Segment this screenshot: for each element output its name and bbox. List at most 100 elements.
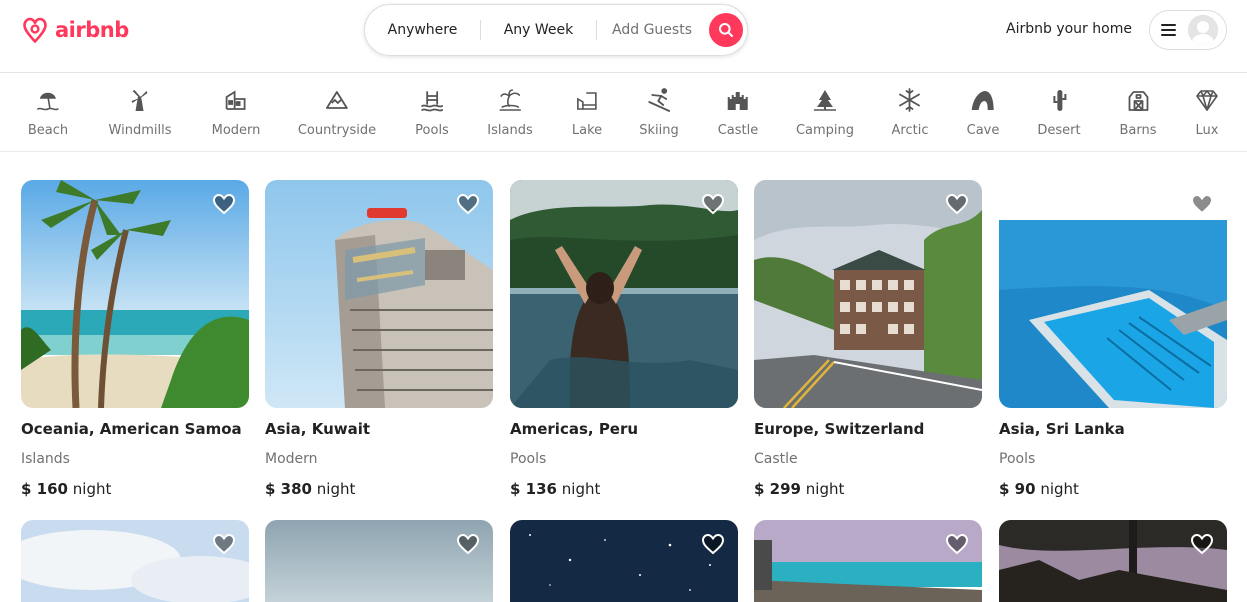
category-skiing[interactable]: Skiing — [639, 87, 679, 138]
favorite-heart-icon[interactable] — [700, 191, 726, 217]
hamburger-menu-icon — [1161, 24, 1176, 36]
camping-icon — [814, 90, 836, 111]
category-desert[interactable]: Desert — [1037, 87, 1081, 138]
category-label: Desert — [1037, 123, 1081, 138]
category-barns[interactable]: Barns — [1119, 87, 1157, 138]
listing-price: $ 136 night — [510, 480, 738, 498]
category-beach[interactable]: Beach — [28, 87, 68, 138]
search-button[interactable] — [709, 13, 743, 47]
listing-price-amount: $ 136 — [510, 480, 557, 498]
favorite-heart-icon[interactable] — [211, 531, 237, 557]
favorite-heart-icon[interactable] — [944, 191, 970, 217]
category-cave[interactable]: Cave — [966, 87, 1000, 138]
listing-price-unit: night — [1040, 480, 1079, 498]
listing-location: Americas, Peru — [510, 420, 639, 438]
category-modern[interactable]: Modern — [211, 87, 261, 138]
category-label: Barns — [1119, 123, 1157, 138]
category-label: Modern — [211, 123, 261, 138]
user-avatar-icon — [1188, 15, 1218, 45]
listing-category: Modern — [265, 451, 318, 467]
category-lux[interactable]: Lux — [1194, 87, 1220, 138]
listing-photo[interactable] — [999, 180, 1227, 408]
beach-icon — [37, 92, 59, 111]
category-label: Camping — [795, 123, 855, 138]
listing-card[interactable]: Oceania, American Samoa Islands $ 160 ni… — [21, 180, 249, 498]
listing-photo[interactable] — [21, 180, 249, 408]
listing-price: $ 380 night — [265, 480, 493, 498]
category-label: Cave — [966, 123, 1000, 138]
listing-card[interactable] — [21, 520, 249, 602]
favorite-heart-icon[interactable] — [455, 531, 481, 557]
category-label: Lake — [571, 123, 603, 138]
listing-price-unit: night — [316, 480, 356, 498]
brand-name: airbnb — [55, 18, 129, 42]
category-label: Countryside — [297, 123, 377, 138]
listing-card[interactable] — [754, 520, 982, 602]
top-header: airbnb Anywhere Any Week Add Guests Airb… — [0, 0, 1247, 73]
airbnb-logo[interactable]: airbnb — [20, 14, 129, 46]
listing-price-amount: $ 90 — [999, 480, 1036, 498]
listing-photo[interactable] — [510, 180, 738, 408]
listing-location: Asia, Sri Lanka — [999, 420, 1125, 438]
diamond-icon — [1196, 90, 1218, 111]
modern-house-icon — [226, 90, 246, 110]
category-camping[interactable]: Camping — [796, 87, 854, 138]
barn-icon — [1128, 91, 1148, 111]
listing-card[interactable]: Asia, Kuwait Modern $ 380 night — [265, 180, 493, 498]
listing-photo[interactable] — [265, 180, 493, 408]
lake-icon — [577, 92, 597, 110]
favorite-heart-icon[interactable] — [1189, 531, 1215, 557]
favorite-heart-icon[interactable] — [700, 531, 726, 557]
listing-card[interactable] — [999, 520, 1227, 602]
listing-category: Pools — [510, 451, 547, 467]
category-pools[interactable]: Pools — [415, 87, 449, 138]
listing-photo[interactable] — [21, 520, 249, 602]
category-label: Skiing — [639, 123, 679, 138]
countryside-icon — [326, 91, 348, 109]
airbnb-your-home-link[interactable]: Airbnb your home — [1006, 21, 1132, 37]
listing-category: Islands — [21, 451, 70, 467]
listing-photo[interactable] — [999, 520, 1227, 602]
user-menu-button[interactable] — [1149, 10, 1227, 50]
search-anywhere[interactable]: Anywhere — [365, 5, 480, 55]
favorite-heart-icon[interactable] — [1189, 191, 1215, 217]
listing-price-unit: night — [561, 480, 601, 498]
listing-photo[interactable] — [754, 180, 982, 408]
listing-card[interactable] — [265, 520, 493, 602]
category-arctic[interactable]: Arctic — [891, 87, 929, 138]
listing-price-amount: $ 160 — [21, 480, 68, 498]
favorite-heart-icon[interactable] — [455, 191, 481, 217]
listing-photo[interactable] — [510, 520, 738, 602]
windmill-icon — [131, 90, 148, 111]
category-bar: Beach Windmills Modern Countryside Pools… — [0, 73, 1247, 152]
category-castle[interactable]: Castle — [718, 87, 758, 138]
listing-price: $ 160 night — [21, 480, 249, 498]
category-countryside[interactable]: Countryside — [298, 87, 376, 138]
cactus-icon — [1052, 90, 1066, 111]
category-label: Windmills — [108, 123, 172, 138]
category-label: Arctic — [891, 123, 929, 138]
search-bar[interactable]: Anywhere Any Week Add Guests — [364, 4, 748, 56]
listing-photo[interactable] — [754, 520, 982, 602]
category-label: Pools — [415, 123, 449, 138]
category-windmills[interactable]: Windmills — [108, 87, 172, 138]
snowflake-icon — [899, 88, 921, 112]
favorite-heart-icon[interactable] — [211, 191, 237, 217]
pool-icon — [421, 91, 443, 112]
listing-price-amount: $ 380 — [265, 480, 312, 498]
category-label: Lux — [1195, 123, 1219, 138]
listing-price: $ 90 night — [999, 480, 1227, 498]
listing-card[interactable] — [510, 520, 738, 602]
favorite-heart-icon[interactable] — [944, 531, 970, 557]
listing-location: Asia, Kuwait — [265, 420, 371, 438]
category-lake[interactable]: Lake — [572, 87, 602, 138]
category-islands[interactable]: Islands — [487, 87, 533, 138]
search-add-guests[interactable]: Add Guests — [597, 5, 707, 55]
listing-category: Castle — [754, 451, 798, 467]
listing-card[interactable]: Americas, Peru Pools $ 136 night — [510, 180, 738, 498]
category-label: Beach — [27, 123, 69, 138]
listing-card[interactable]: Asia, Sri Lanka Pools $ 90 night — [999, 180, 1227, 498]
listing-card[interactable]: Europe, Switzerland Castle $ 299 night — [754, 180, 982, 498]
search-any-week[interactable]: Any Week — [481, 5, 596, 55]
listing-photo[interactable] — [265, 520, 493, 602]
